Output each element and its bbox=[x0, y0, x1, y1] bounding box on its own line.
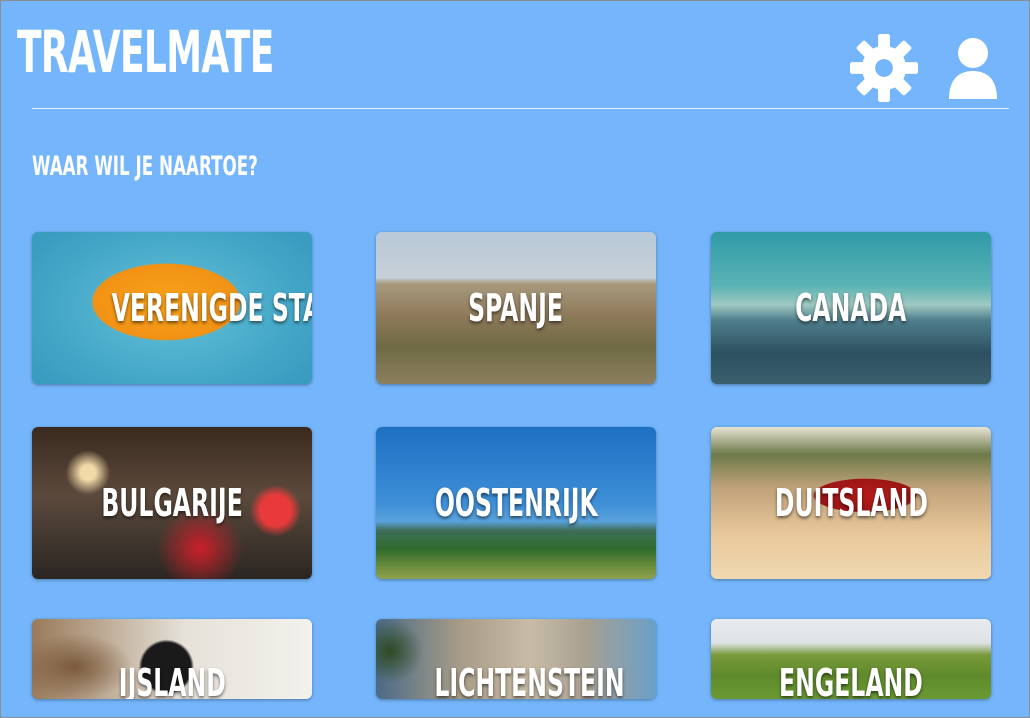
destination-label: CANADA bbox=[795, 286, 907, 330]
destination-label: OOSTENRIJK bbox=[434, 481, 598, 525]
destination-label: IJSLAND bbox=[118, 661, 226, 699]
destination-card-lichtenstein[interactable]: LICHTENSTEIN bbox=[376, 619, 656, 699]
destination-label: DUITSLAND bbox=[774, 481, 928, 525]
destination-card-duitsland[interactable]: DUITSLAND bbox=[711, 427, 991, 579]
destination-card-ijsland[interactable]: IJSLAND bbox=[32, 619, 312, 699]
header-actions bbox=[847, 31, 999, 105]
destination-card-spanje[interactable]: SPANJE bbox=[376, 232, 656, 384]
destination-card-engeland[interactable]: ENGELAND bbox=[711, 619, 991, 699]
destination-label: BULGARIJE bbox=[101, 481, 243, 525]
destination-label: ENGELAND bbox=[779, 661, 923, 699]
gear-icon bbox=[849, 33, 919, 103]
destination-label: SPANJE bbox=[468, 286, 564, 330]
app-window: TRAVELMATE WAAR WIL JE NAARTOE? VERENIGD… bbox=[0, 0, 1030, 718]
user-icon bbox=[949, 38, 997, 99]
profile-button[interactable] bbox=[947, 31, 999, 105]
destination-card-oostenrijk[interactable]: OOSTENRIJK bbox=[376, 427, 656, 579]
destination-prompt: WAAR WIL JE NAARTOE? bbox=[32, 151, 258, 182]
destination-card-verenigde-staten[interactable]: VERENIGDE STATEN bbox=[32, 232, 312, 384]
destination-label: LICHTENSTEIN bbox=[434, 661, 625, 699]
destination-card-canada[interactable]: CANADA bbox=[711, 232, 991, 384]
app-title: TRAVELMATE bbox=[17, 18, 274, 86]
destination-card-bulgarije[interactable]: BULGARIJE bbox=[32, 427, 312, 579]
header-divider bbox=[32, 108, 1009, 109]
destination-label: VERENIGDE STATEN bbox=[111, 286, 312, 330]
settings-button[interactable] bbox=[847, 31, 921, 105]
